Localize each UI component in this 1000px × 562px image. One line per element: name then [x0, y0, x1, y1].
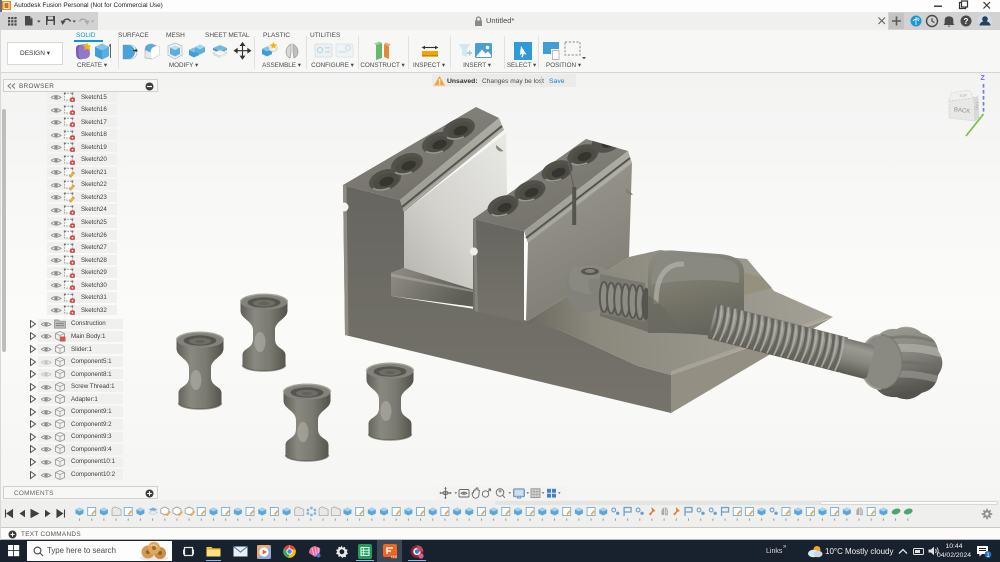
svg-text:Z: Z [981, 75, 986, 82]
svg-text:PER: PER [391, 555, 397, 559]
svg-text:TOP: TOP [959, 93, 968, 99]
